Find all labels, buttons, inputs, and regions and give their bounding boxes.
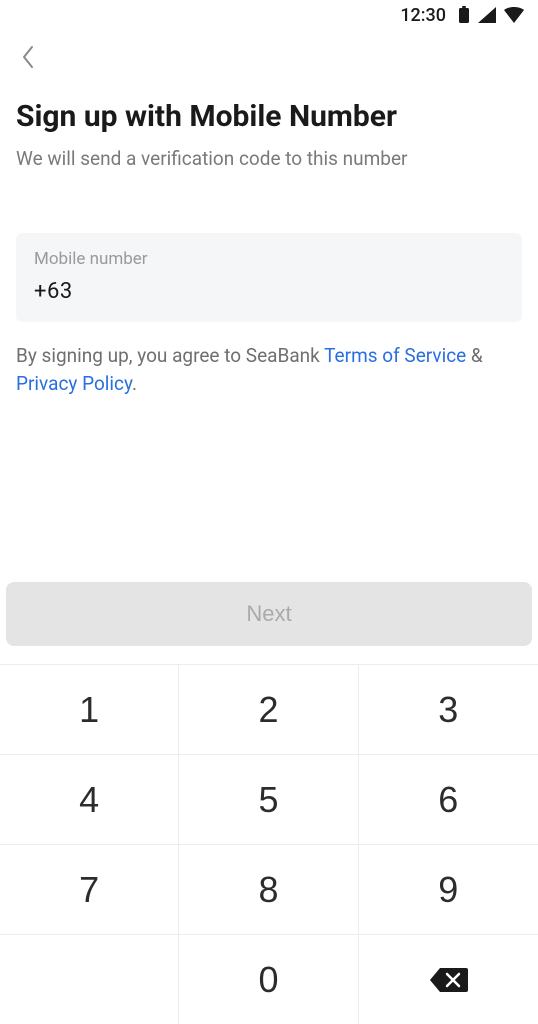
key-0[interactable]: 0 <box>179 934 358 1024</box>
key-9[interactable]: 9 <box>359 844 538 934</box>
key-8[interactable]: 8 <box>179 844 358 934</box>
chevron-left-icon <box>21 45 35 72</box>
content-area: Sign up with Mobile Number We will send … <box>0 86 538 397</box>
key-5[interactable]: 5 <box>179 754 358 844</box>
numeric-keypad: 1 2 3 4 5 6 7 8 9 0 <box>0 664 538 1024</box>
key-6[interactable]: 6 <box>359 754 538 844</box>
key-backspace[interactable] <box>359 934 538 1024</box>
mobile-number-input[interactable]: Mobile number +63 <box>16 233 522 322</box>
key-blank <box>0 934 179 1024</box>
wifi-icon <box>504 7 524 23</box>
privacy-policy-link[interactable]: Privacy Policy <box>16 372 132 395</box>
terms-of-service-link[interactable]: Terms of Service <box>324 344 466 367</box>
key-7[interactable]: 7 <box>0 844 179 934</box>
battery-icon <box>458 6 470 24</box>
nav-bar <box>0 30 538 86</box>
key-3[interactable]: 3 <box>359 664 538 754</box>
cellular-icon <box>478 7 496 23</box>
mobile-number-label: Mobile number <box>34 249 504 269</box>
back-button[interactable] <box>12 42 44 74</box>
next-button[interactable]: Next <box>6 582 532 646</box>
page-title: Sign up with Mobile Number <box>16 98 522 136</box>
mobile-number-value: +63 <box>34 279 504 304</box>
agreement-text: By signing up, you agree to SeaBank Term… <box>16 342 522 397</box>
key-1[interactable]: 1 <box>0 664 179 754</box>
next-button-container: Next <box>0 582 538 646</box>
backspace-icon <box>428 966 468 994</box>
page-subtitle: We will send a verification code to this… <box>16 146 522 172</box>
status-time: 12:30 <box>400 5 446 26</box>
key-4[interactable]: 4 <box>0 754 179 844</box>
key-2[interactable]: 2 <box>179 664 358 754</box>
status-bar: 12:30 <box>0 0 538 30</box>
